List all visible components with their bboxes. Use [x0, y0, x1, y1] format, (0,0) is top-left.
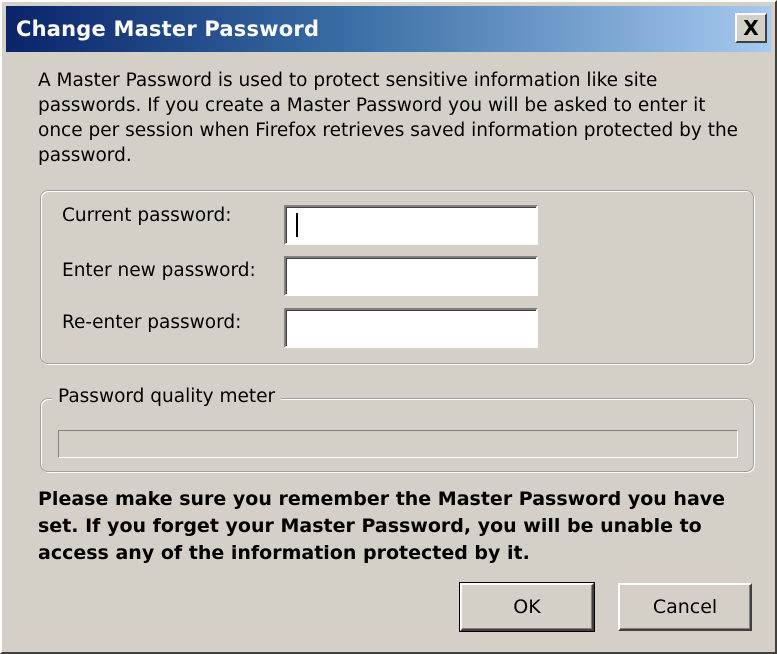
window-title: Change Master Password — [16, 17, 320, 41]
current-password-input[interactable] — [284, 205, 538, 245]
ok-button[interactable]: OK — [459, 582, 595, 632]
change-master-password-dialog: Change Master Password X A Master Passwo… — [0, 0, 777, 654]
current-password-label: Current password: — [62, 205, 232, 226]
reenter-password-label: Re-enter password: — [62, 312, 242, 333]
cancel-button[interactable]: Cancel — [618, 583, 752, 631]
password-quality-label: Password quality meter — [52, 386, 282, 407]
new-password-label: Enter new password: — [62, 260, 256, 281]
description-text: A Master Password is used to protect sen… — [38, 70, 739, 166]
close-button[interactable]: X — [735, 13, 767, 43]
title-bar[interactable]: Change Master Password X — [6, 6, 771, 52]
close-icon: X — [743, 16, 759, 40]
password-quality-meter — [58, 430, 738, 458]
remember-password-warning: Please make sure you remember the Master… — [38, 488, 726, 564]
text-caret — [296, 213, 298, 237]
new-password-input[interactable] — [284, 256, 538, 296]
reenter-password-input[interactable] — [284, 308, 538, 348]
